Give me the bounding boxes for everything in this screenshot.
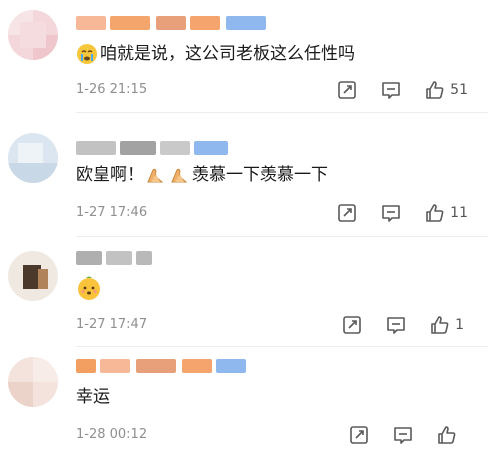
folded-hands-emoji [168, 164, 190, 186]
repost-icon[interactable] [341, 314, 363, 336]
repost-icon[interactable] [336, 79, 358, 101]
timestamp: 1-27 17:47 [76, 317, 148, 332]
timestamp: 1-27 17:46 [76, 205, 148, 220]
comment-item: 欧皇啊！ 羡慕一下羡慕一下 1-27 17:46 11 [0, 113, 488, 237]
username-blurred[interactable] [76, 251, 156, 265]
action-bar: 1 [341, 314, 464, 336]
username-blurred[interactable] [76, 16, 276, 30]
avatar[interactable] [8, 10, 58, 60]
comment-item: 咱就是说，这公司老板这么任性吗 1-26 21:15 51 [0, 0, 488, 113]
thumbs-up-icon[interactable] [424, 202, 446, 224]
comment-text: 欧皇啊！ 羡慕一下羡慕一下 [76, 164, 328, 186]
repost-icon[interactable] [348, 424, 370, 446]
comment-item: 1-27 17:47 1 [0, 237, 488, 347]
thumbs-up-icon[interactable] [429, 314, 451, 336]
folded-hands-emoji [144, 164, 166, 186]
like-count: 1 [455, 317, 464, 333]
avatar[interactable] [8, 251, 58, 301]
comment-text: 幸运 [76, 387, 110, 407]
username-blurred[interactable] [76, 141, 236, 155]
comment-text: 咱就是说，这公司老板这么任性吗 [76, 42, 355, 66]
action-bar: 11 [336, 202, 468, 224]
avatar[interactable] [8, 133, 58, 183]
like-count: 11 [450, 205, 468, 221]
comment-icon[interactable] [392, 424, 414, 446]
comment-item: 幸运 1-28 00:12 [0, 347, 488, 454]
action-bar [348, 424, 458, 446]
tangerine-face-emoji [78, 276, 100, 300]
like-count: 51 [450, 82, 468, 98]
thumbs-up-icon[interactable] [424, 79, 446, 101]
repost-icon[interactable] [336, 202, 358, 224]
thumbs-up-icon[interactable] [436, 424, 458, 446]
avatar[interactable] [8, 357, 58, 407]
username-blurred[interactable] [76, 359, 256, 373]
crying-face-emoji [76, 43, 98, 65]
action-bar: 51 [336, 79, 468, 101]
comment-icon[interactable] [380, 79, 402, 101]
comment-icon[interactable] [380, 202, 402, 224]
timestamp: 1-28 00:12 [76, 427, 148, 442]
timestamp: 1-26 21:15 [76, 82, 148, 97]
comment-icon[interactable] [385, 314, 407, 336]
